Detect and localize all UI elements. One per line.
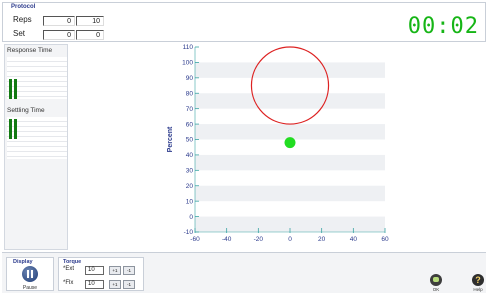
x-tick-label: -40: [222, 236, 232, 243]
set-done-field[interactable]: 0: [43, 30, 75, 40]
settling-bar-1: [9, 119, 12, 139]
ok-icon[interactable]: [430, 274, 442, 286]
torque-group: Torque *Ext 10 +1 -1 *Flx 10 +1 -1: [58, 257, 144, 291]
target-chart: -100102030405060708090100110 -60 -40 -20 0 2…: [167, 44, 389, 243]
ext-decrease-button[interactable]: -1: [123, 266, 135, 275]
display-title: Display: [13, 259, 33, 265]
help-label: Help: [473, 287, 483, 292]
y-tick-label: 80: [186, 90, 194, 97]
grid-band: [195, 62, 385, 78]
y-tick-label: 50: [186, 137, 194, 144]
y-tick-label: 110: [183, 44, 194, 51]
display-group: Display Pause: [6, 257, 54, 291]
y-tick-label: 30: [186, 168, 194, 175]
x-tick-label: 40: [350, 236, 358, 243]
y-tick-label: 70: [186, 106, 194, 113]
response-bar-2: [14, 79, 17, 99]
ok-label: OK: [432, 287, 440, 292]
flx-decrease-button[interactable]: -1: [123, 280, 135, 289]
x-tick-label: 20: [318, 236, 326, 243]
settling-bar-2: [14, 119, 17, 139]
x-tick-label: 60: [381, 236, 389, 243]
settling-time-label: Settling Time: [7, 107, 45, 114]
y-tick-label: 0: [189, 214, 193, 221]
torque-title: Torque: [63, 259, 82, 265]
response-bar-1: [9, 79, 12, 99]
grid-band: [195, 93, 385, 109]
target-circle: [250, 46, 330, 125]
elapsed-timer: 00:02: [407, 14, 479, 39]
protocol-title: Protocol: [11, 4, 36, 10]
reps-done-field[interactable]: 0: [43, 16, 75, 26]
ext-increase-button[interactable]: +1: [109, 266, 121, 275]
grid-band: [195, 185, 385, 202]
pause-label: Pause: [22, 285, 38, 291]
force-indicator-dot: [284, 137, 296, 149]
control-bar: Display Pause Torque *Ext 10 +1 -1 *Flx …: [2, 252, 486, 293]
ext-value-field[interactable]: 10: [85, 266, 104, 275]
y-tick-label: 40: [186, 152, 194, 159]
reps-label: Reps: [13, 15, 32, 24]
y-tick-label: 100: [182, 60, 193, 67]
reps-total-field[interactable]: 10: [76, 16, 104, 26]
x-tick-label: -20: [254, 236, 264, 243]
response-time-label: Response Time: [7, 47, 53, 54]
metrics-panel: Response Time Settling Time: [4, 44, 68, 250]
x-tick-label: -60: [190, 236, 200, 243]
y-tick-label: 90: [186, 75, 194, 82]
y-axis-label: Percent: [167, 126, 174, 152]
help-icon[interactable]: ?: [472, 274, 484, 286]
y-tick-label: 20: [186, 183, 194, 190]
flx-value-field[interactable]: 10: [85, 280, 104, 289]
set-label: Set: [13, 29, 26, 38]
y-tick-label: 10: [186, 198, 194, 205]
protocol-panel: Protocol Reps 0 10 Set 0 0 00:02: [2, 2, 486, 42]
ext-label: *Ext: [63, 266, 75, 272]
flx-label: *Flx: [63, 280, 74, 286]
x-tick-label: 0: [288, 236, 292, 243]
pause-icon[interactable]: [22, 266, 38, 282]
flx-increase-button[interactable]: +1: [109, 280, 121, 289]
y-tick-label: 60: [186, 121, 194, 128]
grid-band: [195, 154, 385, 171]
set-total-field[interactable]: 0: [76, 30, 104, 40]
